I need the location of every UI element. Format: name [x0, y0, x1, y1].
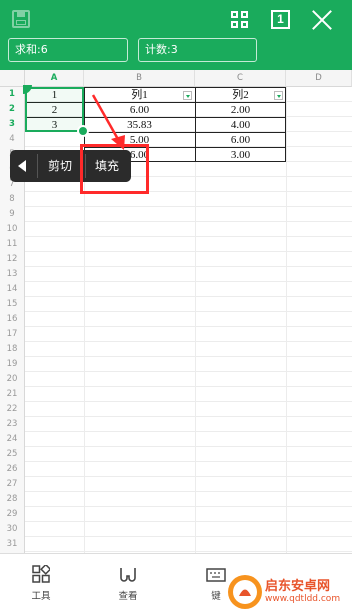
keyboard-icon	[206, 568, 226, 582]
glasses-icon	[120, 568, 136, 582]
view-button[interactable]: 查看	[108, 554, 148, 614]
watermark-mark	[233, 580, 257, 604]
tools-icon	[32, 565, 50, 583]
tools-label: 工具	[31, 591, 51, 602]
annotation-arrow	[91, 94, 125, 150]
watermark: 启东安卓网 www.qdtldd.com	[228, 572, 352, 613]
watermark-logo-icon	[228, 575, 262, 609]
view-label: 查看	[118, 591, 138, 602]
tools-button[interactable]: 工具	[21, 554, 61, 614]
watermark-url: www.qdtldd.com	[265, 594, 341, 604]
watermark-title: 启东安卓网	[265, 579, 331, 594]
